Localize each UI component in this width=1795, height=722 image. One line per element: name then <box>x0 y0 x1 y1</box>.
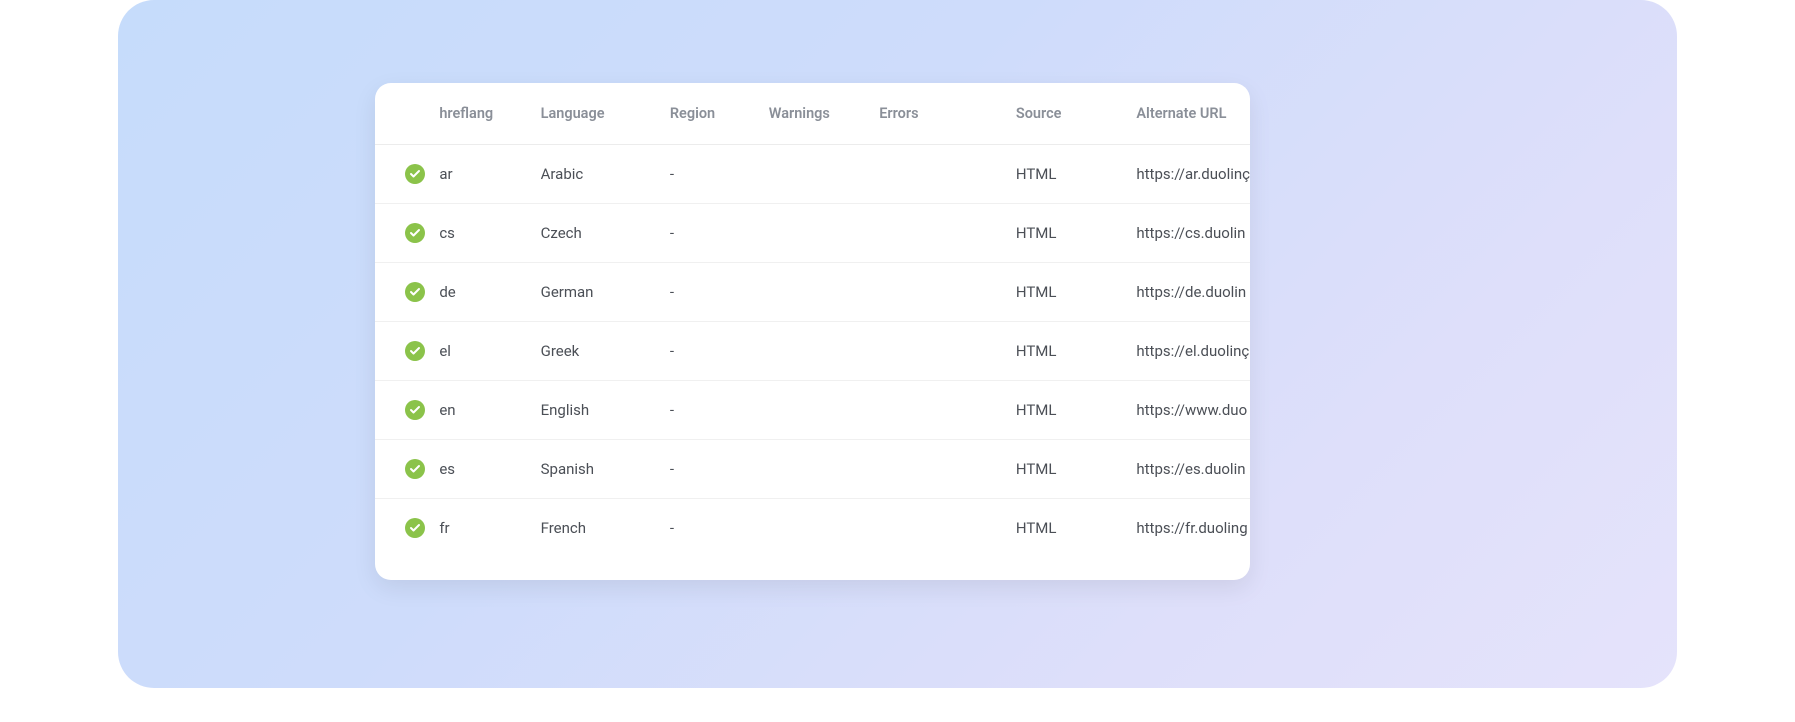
hreflang-table: hreflang Language Region Warnings Errors… <box>375 83 1250 557</box>
cell-alternate-url[interactable]: https://www.duo <box>1136 381 1250 440</box>
cell-source: HTML <box>1016 322 1137 381</box>
cell-region: - <box>670 263 769 322</box>
cell-warnings <box>769 263 880 322</box>
cell-language: Arabic <box>541 145 670 204</box>
table-row[interactable]: fr French - HTML https://fr.duoling <box>375 499 1250 558</box>
check-icon <box>405 400 425 420</box>
cell-errors <box>879 440 1016 499</box>
cell-region: - <box>670 204 769 263</box>
check-icon <box>405 282 425 302</box>
table-row[interactable]: el Greek - HTML https://el.duolinç <box>375 322 1250 381</box>
header-errors[interactable]: Errors <box>879 83 1016 145</box>
check-icon <box>405 459 425 479</box>
header-source[interactable]: Source <box>1016 83 1137 145</box>
cell-region: - <box>670 381 769 440</box>
cell-source: HTML <box>1016 440 1137 499</box>
cell-source: HTML <box>1016 381 1137 440</box>
cell-language: German <box>541 263 670 322</box>
cell-language: Spanish <box>541 440 670 499</box>
table-row[interactable]: cs Czech - HTML https://cs.duolin <box>375 204 1250 263</box>
cell-errors <box>879 204 1016 263</box>
check-icon <box>405 164 425 184</box>
header-status[interactable] <box>375 83 439 145</box>
cell-language: French <box>541 499 670 558</box>
cell-source: HTML <box>1016 145 1137 204</box>
cell-hreflang: en <box>439 381 540 440</box>
cell-region: - <box>670 440 769 499</box>
cell-alternate-url[interactable]: https://de.duolin <box>1136 263 1250 322</box>
header-hreflang[interactable]: hreflang <box>439 83 540 145</box>
cell-hreflang: de <box>439 263 540 322</box>
table-header-row: hreflang Language Region Warnings Errors… <box>375 83 1250 145</box>
cell-alternate-url[interactable]: https://el.duolinç <box>1136 322 1250 381</box>
cell-source: HTML <box>1016 204 1137 263</box>
cell-errors <box>879 145 1016 204</box>
cell-warnings <box>769 322 880 381</box>
cell-alternate-url[interactable]: https://fr.duoling <box>1136 499 1250 558</box>
table-row[interactable]: de German - HTML https://de.duolin <box>375 263 1250 322</box>
cell-language: Greek <box>541 322 670 381</box>
cell-region: - <box>670 145 769 204</box>
cell-language: Czech <box>541 204 670 263</box>
table-row[interactable]: ar Arabic - HTML https://ar.duolinç <box>375 145 1250 204</box>
table-row[interactable]: en English - HTML https://www.duo <box>375 381 1250 440</box>
cell-errors <box>879 263 1016 322</box>
cell-hreflang: cs <box>439 204 540 263</box>
cell-hreflang: el <box>439 322 540 381</box>
cell-errors <box>879 499 1016 558</box>
cell-warnings <box>769 499 880 558</box>
cell-errors <box>879 381 1016 440</box>
header-alternate-url[interactable]: Alternate URL <box>1136 83 1250 145</box>
cell-warnings <box>769 145 880 204</box>
check-icon <box>405 223 425 243</box>
cell-source: HTML <box>1016 263 1137 322</box>
cell-hreflang: ar <box>439 145 540 204</box>
cell-hreflang: es <box>439 440 540 499</box>
cell-language: English <box>541 381 670 440</box>
cell-warnings <box>769 204 880 263</box>
cell-alternate-url[interactable]: https://cs.duolin <box>1136 204 1250 263</box>
cell-alternate-url[interactable]: https://ar.duolinç <box>1136 145 1250 204</box>
header-warnings[interactable]: Warnings <box>769 83 880 145</box>
table-body: ar Arabic - HTML https://ar.duolinç cs C… <box>375 145 1250 558</box>
cell-region: - <box>670 499 769 558</box>
cell-warnings <box>769 381 880 440</box>
cell-warnings <box>769 440 880 499</box>
gradient-backdrop: hreflang Language Region Warnings Errors… <box>118 0 1677 688</box>
hreflang-table-card: hreflang Language Region Warnings Errors… <box>375 83 1250 580</box>
cell-errors <box>879 322 1016 381</box>
cell-alternate-url[interactable]: https://es.duolin <box>1136 440 1250 499</box>
header-region[interactable]: Region <box>670 83 769 145</box>
cell-hreflang: fr <box>439 499 540 558</box>
table-row[interactable]: es Spanish - HTML https://es.duolin <box>375 440 1250 499</box>
cell-region: - <box>670 322 769 381</box>
check-icon <box>405 518 425 538</box>
check-icon <box>405 341 425 361</box>
cell-source: HTML <box>1016 499 1137 558</box>
header-language[interactable]: Language <box>541 83 670 145</box>
